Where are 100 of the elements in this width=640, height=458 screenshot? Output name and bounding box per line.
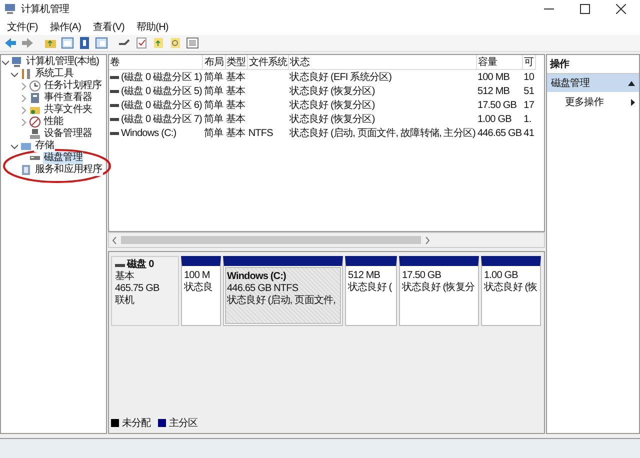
table-cell-text: (磁盘 0 磁盘分区 7) xyxy=(121,113,202,126)
table-cell-text: 基本 xyxy=(225,98,246,112)
tree-item[interactable]: 性能 xyxy=(43,116,64,128)
collapse-chevron-icon[interactable] xyxy=(2,58,8,66)
legend-label: 主分区 xyxy=(168,416,198,430)
table-cell-text: 状态良好 (恢复分区) xyxy=(288,112,376,126)
table-cell-text: 512 MB xyxy=(476,84,511,98)
column-header[interactable]: 文件系统 xyxy=(247,55,289,70)
scroll-left-icon[interactable] xyxy=(112,236,117,244)
table-cell: 10 xyxy=(522,70,536,84)
partition-status: 状态良好 (恢 xyxy=(484,282,538,294)
menu-item[interactable]: 查看(V) xyxy=(93,20,124,34)
legend-label: 未分配 xyxy=(122,416,151,430)
table-cell-text: 基本 xyxy=(225,112,246,126)
tree-item[interactable]: 存储 xyxy=(34,140,56,152)
horizontal-scrollbar[interactable] xyxy=(108,232,545,248)
panel-icon[interactable] xyxy=(61,37,74,49)
table-cell-text: 1.00 GB xyxy=(476,112,512,126)
tree-item[interactable]: 系统工具 xyxy=(34,68,74,80)
collapse-chevron-icon[interactable] xyxy=(10,70,18,78)
partition-block[interactable]: 512 MB 状态良好 ( xyxy=(345,256,397,326)
partition-status: 状态良 xyxy=(184,282,214,294)
table-cell-text: (磁盘 0 磁盘分区 5) xyxy=(121,85,202,98)
table-cell-text: NTFS xyxy=(247,126,274,140)
table-cell-text: 简单 xyxy=(202,84,224,98)
partition-block[interactable]: Windows (C:) 446.65 GB NTFS 状态良好 (启动, 页面文件, xyxy=(223,256,343,326)
gauge-icon xyxy=(29,116,41,128)
tree-item[interactable]: 事件查看器 xyxy=(43,92,94,104)
menu-item[interactable]: 文件(F) xyxy=(7,20,38,34)
partition-block[interactable]: 100 M 状态良 xyxy=(181,256,221,326)
partition-size: 1.00 GB xyxy=(484,270,519,282)
disk-size: 465.75 GB xyxy=(115,283,160,294)
menu-item[interactable]: 操作(A) xyxy=(50,20,82,34)
tools-icon xyxy=(20,68,32,80)
collapse-chevron-icon[interactable] xyxy=(10,142,18,150)
tree-item[interactable]: 共享文件夹 xyxy=(43,104,94,116)
tree-item[interactable]: 服务和应用程序 xyxy=(34,164,104,176)
table-cell: 100 MB xyxy=(476,70,523,84)
column-header[interactable]: 布局 xyxy=(202,55,226,70)
computer-icon xyxy=(4,3,16,15)
services-icon xyxy=(20,164,32,176)
partition-status: 状态良好 (恢复分 xyxy=(402,282,476,294)
column-header[interactable]: 状态 xyxy=(288,55,476,70)
partition-block[interactable]: 17.50 GB 状态良好 (恢复分 xyxy=(399,256,479,326)
clock-icon xyxy=(29,80,41,92)
scroll-right-icon[interactable] xyxy=(425,236,430,244)
column-header[interactable]: 卷 xyxy=(109,55,203,70)
disk-status: 联机 xyxy=(115,295,136,307)
table-cell-text: 状态良好 (启动, 页面文件, 故障转储, 主分区) xyxy=(288,126,476,140)
expand-chevron-icon[interactable] xyxy=(20,118,26,126)
action-link[interactable]: 更多操作 xyxy=(565,95,604,109)
tree-item[interactable]: 任务计划程序 xyxy=(43,80,103,92)
column-header[interactable]: 容量 xyxy=(476,55,523,70)
table-cell: Windows (C:) xyxy=(121,128,176,138)
disk-type: 基本 xyxy=(115,271,136,283)
expand-chevron-icon[interactable] xyxy=(20,82,26,90)
device-icon xyxy=(29,128,41,140)
column-header[interactable]: 可 xyxy=(522,55,536,70)
table-cell: 基本 xyxy=(225,70,248,84)
table-cell-text: 基本 xyxy=(225,84,246,98)
window-title: 计算机管理 xyxy=(21,2,70,16)
table-cell-text: 简单 xyxy=(202,126,224,140)
table-cell-text: 41 xyxy=(522,126,535,140)
folder-up-icon[interactable] xyxy=(44,37,57,49)
scrollbar-thumb[interactable] xyxy=(121,236,421,244)
submenu-arrow-icon[interactable] xyxy=(631,98,635,106)
table-cell-text: 17 xyxy=(522,98,535,112)
maximize-icon[interactable] xyxy=(580,4,590,14)
partition-name: Windows (C:) xyxy=(227,271,287,283)
checklist-icon[interactable] xyxy=(135,37,148,49)
storage-icon xyxy=(20,140,32,152)
upload-icon[interactable] xyxy=(152,37,165,49)
partition-status: 状态良好 (启动, 页面文件, xyxy=(227,295,336,307)
disk-name: 磁盘 0 xyxy=(127,259,154,270)
table-cell-text: (磁盘 0 磁盘分区 6) xyxy=(121,99,202,112)
close-icon[interactable] xyxy=(616,4,626,14)
column-header[interactable]: 类型 xyxy=(225,55,248,70)
table-cell-text: 基本 xyxy=(225,126,246,140)
partition-size: 446.65 GB NTFS xyxy=(227,283,300,294)
partition-size: 17.50 GB xyxy=(402,270,442,282)
partition-block[interactable]: 1.00 GB 状态良好 (恢 xyxy=(481,256,541,326)
partition-size: 512 MB xyxy=(348,270,382,282)
list-view-icon[interactable] xyxy=(186,37,199,49)
table-cell-text: 状态良好 (恢复分区) xyxy=(288,98,376,112)
table-cell-text: (磁盘 0 磁盘分区 1) xyxy=(121,71,202,84)
table-cell-text: 状态良好 (恢复分区) xyxy=(288,84,376,98)
panel-icon[interactable] xyxy=(95,37,108,49)
menu-item[interactable]: 帮助(H) xyxy=(136,20,168,34)
collapse-caret-icon[interactable] xyxy=(628,80,635,86)
tree-item[interactable]: 设备管理器 xyxy=(43,128,94,140)
back-arrow-icon[interactable] xyxy=(4,37,17,49)
tree-item[interactable]: 磁盘管理 xyxy=(43,152,84,164)
expand-chevron-icon[interactable] xyxy=(20,94,26,102)
tree-item[interactable]: 计算机管理(本地) xyxy=(25,56,100,68)
actions-section[interactable]: 磁盘管理 xyxy=(547,74,639,92)
table-cell-text: 446.65 GB xyxy=(476,126,523,140)
partition-size: 100 M xyxy=(184,270,211,282)
table-cell-text: 简单 xyxy=(202,98,224,112)
forward-arrow-icon[interactable] xyxy=(21,37,34,49)
expand-chevron-icon[interactable] xyxy=(20,106,26,114)
